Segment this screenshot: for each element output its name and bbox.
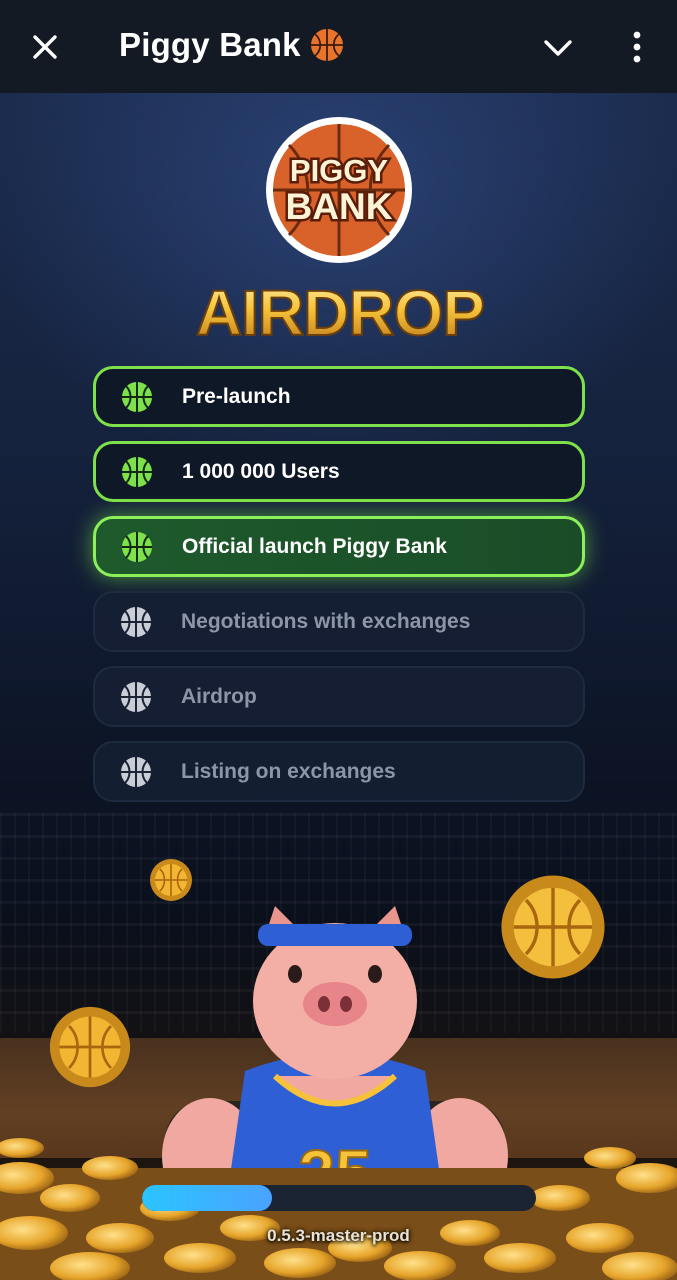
roadmap-step: Pre-launch [93, 366, 585, 427]
roadmap-step-label: Listing on exchanges [181, 759, 396, 783]
roadmap-step-label: Official launch Piggy Bank [182, 534, 447, 558]
piggy-bank-logo: PIGGY BANK [266, 117, 412, 263]
roadmap-step: Official launch Piggy Bank [93, 516, 585, 577]
chevron-down-icon[interactable] [540, 32, 576, 64]
loading-progress-bar [142, 1185, 536, 1211]
roadmap-step: Negotiations with exchanges [93, 591, 585, 652]
basketball-icon [310, 29, 343, 61]
title-bar: Piggy Bank [0, 0, 677, 93]
logo-line1: PIGGY [290, 153, 389, 188]
basketball-icon [121, 681, 151, 712]
version-label: 0.5.3-master-prod [267, 1226, 410, 1245]
basketball-icon [121, 756, 151, 787]
roadmap-step: Listing on exchanges [93, 741, 585, 802]
basketball-icon [122, 456, 152, 487]
coin-icon [49, 1006, 131, 1088]
basketball-icon [122, 531, 152, 562]
airdrop-headline-text: AIRDROP [196, 277, 484, 349]
more-vertical-icon[interactable] [624, 28, 650, 66]
airdrop-headline: AIRDROP [195, 276, 486, 350]
app-title: Piggy Bank [119, 26, 345, 64]
loading-progress-fill [142, 1185, 273, 1211]
roadmap-step-label: Pre-launch [182, 384, 291, 408]
roadmap-step-label: 1 000 000 Users [182, 459, 340, 483]
basketball-icon [122, 381, 152, 412]
basketball-icon [121, 606, 151, 637]
airdrop-scene: PIGGY BANK AIRDROP Pre-launch 1 000 000 U… [0, 93, 677, 1280]
roadmap-step-label: Airdrop [181, 684, 257, 708]
roadmap-step: 1 000 000 Users [93, 441, 585, 502]
close-icon[interactable] [28, 30, 62, 64]
app-title-text: Piggy Bank [119, 26, 301, 63]
coin-icon [150, 859, 192, 901]
roadmap-step-label: Negotiations with exchanges [181, 609, 471, 633]
roadmap-step: Airdrop [93, 666, 585, 727]
roadmap-list: Pre-launch 1 000 000 Users Official launch… [93, 366, 585, 816]
logo-line2: BANK [286, 186, 393, 227]
